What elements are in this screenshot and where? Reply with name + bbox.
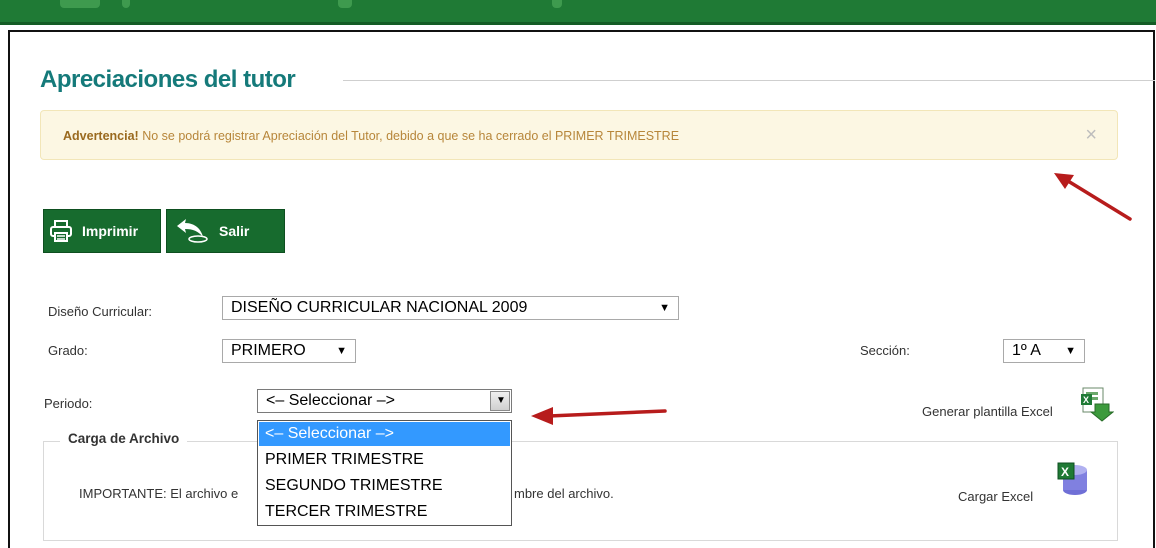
print-button-label: Imprimir <box>82 223 139 239</box>
printer-icon <box>50 220 72 245</box>
periodo-option[interactable]: TERCER TRIMESTRE <box>259 500 510 524</box>
periodo-option[interactable]: SEGUNDO TRIMESTRE <box>259 474 510 498</box>
excel-database-icon[interactable]: X <box>1055 460 1091 500</box>
diseno-select[interactable]: DISEÑO CURRICULAR NACIONAL 2009 ▼ <box>222 296 679 320</box>
header-decoration <box>122 0 130 8</box>
alert-strong: Advertencia! <box>63 129 139 143</box>
exit-button-label: Salir <box>219 223 250 239</box>
upload-note-end: mbre del archivo. <box>514 486 614 501</box>
chevron-down-icon: ▼ <box>1065 345 1076 357</box>
periodo-option[interactable]: PRIMER TRIMESTRE <box>259 448 510 472</box>
print-button[interactable]: Imprimir <box>43 209 161 253</box>
alert-message: No se podrá registrar Apreciación del Tu… <box>138 129 680 143</box>
back-arrow-icon <box>173 219 209 246</box>
generate-template-link[interactable]: Generar plantilla Excel <box>922 404 1053 419</box>
title-divider <box>343 80 1155 81</box>
close-icon[interactable]: × <box>1085 124 1097 147</box>
upload-note-start: IMPORTANTE: El archivo e <box>79 486 239 501</box>
diseno-label: Diseño Curricular: <box>48 304 153 319</box>
diseno-value: DISEÑO CURRICULAR NACIONAL 2009 <box>231 299 528 316</box>
svg-text:X: X <box>1083 395 1089 405</box>
periodo-dropdown-list: <– Seleccionar –> PRIMER TRIMESTRE SEGUN… <box>257 420 512 526</box>
periodo-value: <– Seleccionar –> <box>266 392 395 409</box>
chevron-down-icon: ▼ <box>659 302 670 314</box>
header-decoration <box>60 0 100 8</box>
svg-text:X: X <box>1061 465 1069 479</box>
exit-button[interactable]: Salir <box>166 209 285 253</box>
alert-text: Advertencia! No se podrá registrar Aprec… <box>63 129 679 143</box>
grado-value: PRIMERO <box>231 342 306 359</box>
header-decoration <box>552 0 562 8</box>
warning-alert: Advertencia! No se podrá registrar Aprec… <box>40 110 1118 160</box>
grado-select[interactable]: PRIMERO ▼ <box>222 339 356 363</box>
app-header-bar <box>0 0 1156 25</box>
seccion-select[interactable]: 1º A ▼ <box>1003 339 1085 363</box>
annotation-arrow-periodo <box>531 407 667 425</box>
seccion-label: Sección: <box>860 343 910 358</box>
periodo-option[interactable]: <– Seleccionar –> <box>259 422 510 446</box>
periodo-select[interactable]: <– Seleccionar –> ▼ <box>257 389 512 413</box>
dropdown-toggle[interactable]: ▼ <box>490 391 510 411</box>
chevron-down-icon: ▼ <box>336 345 347 357</box>
chevron-down-icon: ▼ <box>496 395 506 406</box>
periodo-label: Periodo: <box>44 396 93 411</box>
grado-label: Grado: <box>48 343 88 358</box>
header-decoration <box>338 0 352 8</box>
excel-download-icon[interactable]: X <box>1080 386 1114 422</box>
annotation-arrow-alert <box>1054 173 1132 221</box>
upload-legend: Carga de Archivo <box>60 431 188 446</box>
page-title: Apreciaciones del tutor <box>40 66 296 93</box>
seccion-value: 1º A <box>1012 342 1041 359</box>
load-excel-link[interactable]: Cargar Excel <box>958 489 1033 504</box>
